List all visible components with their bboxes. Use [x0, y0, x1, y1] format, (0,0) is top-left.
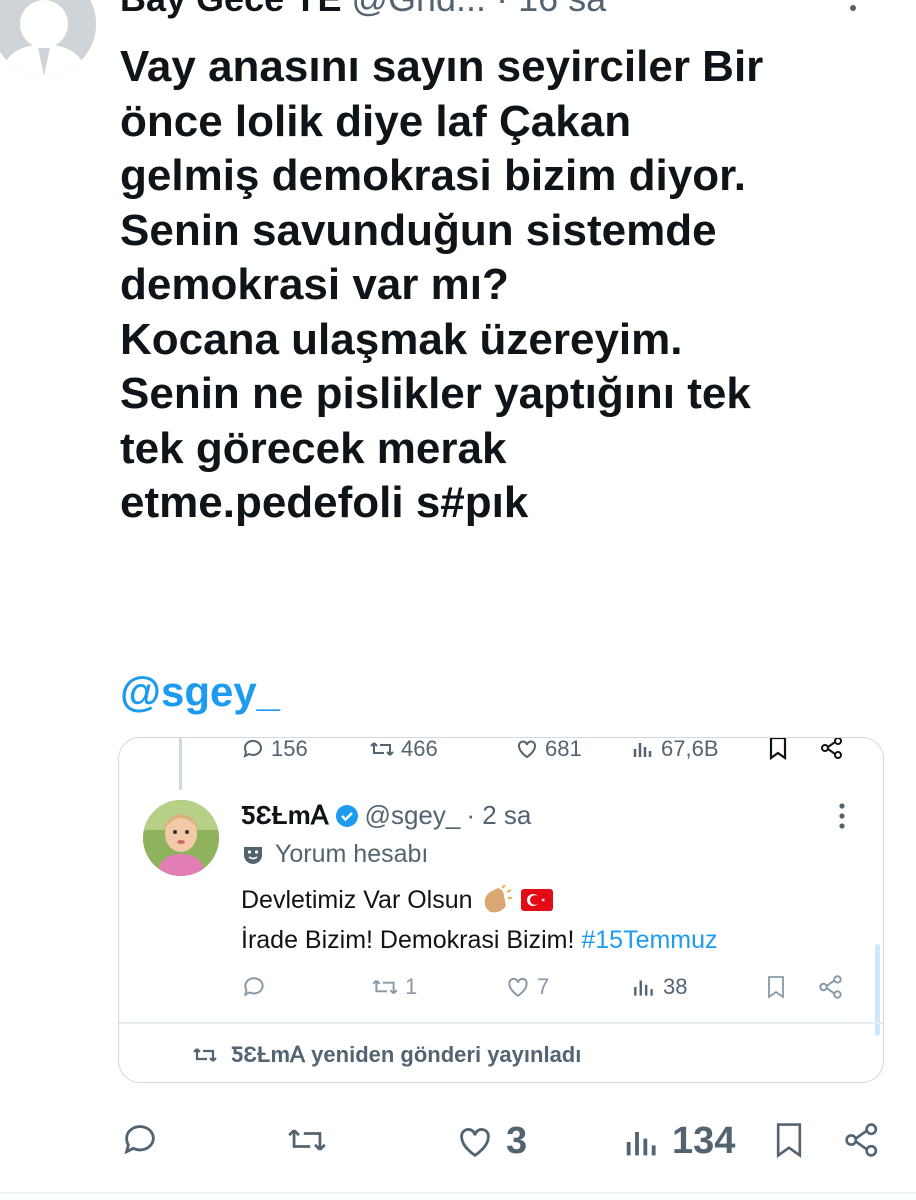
heart-icon [508, 977, 528, 997]
reply-icon [243, 977, 264, 997]
tweet-text: Vay anasını sayın seyirciler Bir önce lo… [120, 42, 764, 527]
views-icon [626, 1131, 656, 1155]
repost-notice[interactable]: ƼƐȽm𝖠 yeniden gönderi yayınladı [191, 1042, 581, 1068]
views-action[interactable]: 67,6B [631, 737, 719, 762]
like-count: 3 [506, 1120, 528, 1162]
child-photo [143, 800, 219, 876]
repost-icon [370, 742, 394, 756]
divider [119, 1022, 883, 1024]
views-count: 67,6B [661, 737, 719, 761]
divider [0, 1192, 916, 1194]
default-avatar-icon [0, 0, 96, 76]
reply-icon [243, 739, 262, 758]
views-icon [633, 743, 652, 757]
share-button[interactable] [842, 1120, 882, 1160]
like-action[interactable]: 681 [515, 737, 582, 762]
clapping-hands-emoji [484, 884, 512, 913]
repost-count: 466 [401, 737, 438, 761]
tweet-header: Bay Gece YE @Grid... · 16 sa [120, 0, 606, 20]
user-handle[interactable]: @Grid... [352, 0, 487, 19]
mention-link[interactable]: @sgey_ [120, 668, 280, 716]
reply-count: 156 [271, 737, 308, 761]
account-label-text: Yorum hesabı [275, 840, 429, 868]
like-count: 7 [537, 974, 550, 999]
turkey-flag-emoji [521, 889, 554, 911]
bookmark-icon [768, 976, 784, 999]
bookmark-icon [776, 1123, 802, 1159]
display-name[interactable]: Bay Gece YE [120, 0, 341, 19]
share-icon [819, 975, 842, 999]
repost-action[interactable] [286, 1120, 338, 1160]
bookmark-icon [769, 738, 787, 760]
repost-icon [193, 1048, 217, 1062]
verified-badge-icon [335, 804, 358, 827]
reply-action[interactable] [241, 974, 273, 1000]
avatar[interactable] [143, 800, 219, 876]
account-label: Yorum hesabı [241, 840, 428, 869]
views-action[interactable]: 38 [631, 974, 687, 1000]
like-action[interactable]: 7 [505, 974, 549, 1000]
repost-notice-text: ƼƐȽm𝖠 yeniden gönderi yayınladı [231, 1042, 582, 1067]
thread-connector [179, 738, 182, 790]
like-count: 681 [545, 737, 582, 761]
like-action[interactable]: 3 [454, 1120, 527, 1163]
bookmark-button[interactable] [767, 738, 789, 760]
bookmark-button[interactable] [772, 1120, 806, 1160]
reply-icon [124, 1125, 155, 1155]
reply-action[interactable] [120, 1120, 170, 1160]
quoted-line-1: Devletimiz Var Olsun [241, 886, 473, 914]
repost-action[interactable]: 1 [371, 974, 417, 1000]
tweet-time[interactable]: · 16 sa [496, 0, 606, 19]
repost-count: 1 [405, 974, 418, 999]
heart-icon [460, 1127, 490, 1157]
share-icon [845, 1123, 878, 1157]
heart-icon [518, 740, 536, 759]
quoted-post-card[interactable]: 156 466 681 67,6B ƼƐȽm𝖠 @sgey_ · 2 sa Yo… [118, 737, 884, 1083]
quoted-header: ƼƐȽm𝖠 @sgey_ · 2 sa [241, 800, 531, 831]
bookmark-button[interactable] [765, 974, 787, 1000]
hashtag-link[interactable]: #15Temmuz [581, 926, 717, 954]
theater-masks-icon [244, 846, 262, 864]
post-time[interactable]: · 2 sa [466, 800, 531, 831]
share-button[interactable] [817, 974, 845, 1000]
views-icon [634, 980, 653, 996]
share-icon [821, 738, 842, 759]
quoted-post-text: Devletimiz Var Olsun İrade Bizim! Demokr… [241, 880, 718, 960]
repost-icon [288, 1129, 326, 1151]
display-name[interactable]: ƼƐȽm𝖠 [241, 800, 329, 831]
user-handle[interactable]: @sgey_ [365, 800, 461, 831]
more-options-icon[interactable] [837, 802, 847, 835]
views-count: 134 [672, 1120, 736, 1162]
repost-icon [372, 979, 398, 995]
views-action[interactable]: 134 [622, 1120, 735, 1163]
reply-action[interactable]: 156 [241, 737, 308, 762]
share-button[interactable] [819, 738, 845, 760]
more-options-icon[interactable] [846, 0, 860, 29]
quoted-line-2: İrade Bizim! Demokrasi Bizim! [241, 926, 575, 954]
views-count: 38 [663, 974, 688, 999]
repost-action[interactable]: 466 [369, 737, 438, 762]
avatar[interactable] [0, 0, 96, 76]
